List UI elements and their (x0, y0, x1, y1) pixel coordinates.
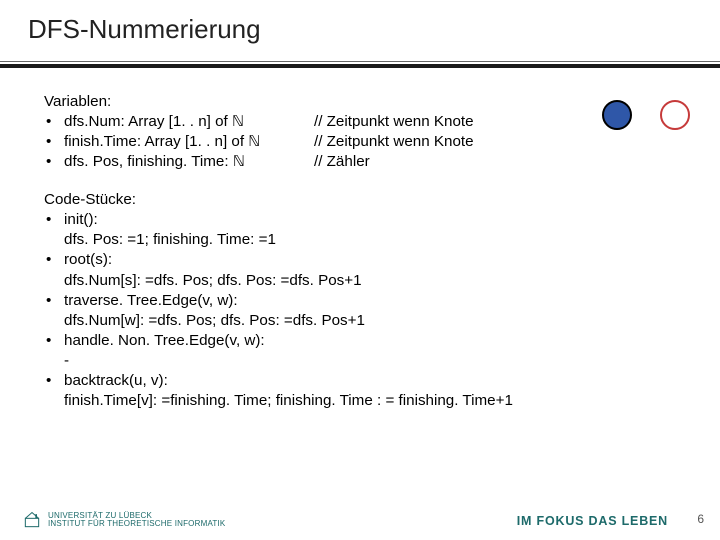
slide-title: DFS-Nummerierung (28, 14, 720, 45)
variable-item: dfs.Num: Array [1. . n] of ℕ // Zeitpunk… (44, 112, 690, 132)
code-item: init(): dfs. Pos: =1; finishing. Time: =… (44, 210, 690, 250)
slide-body: Variablen: dfs.Num: Array [1. . n] of ℕ … (0, 68, 720, 411)
code-item: backtrack(u, v): finish.Time[v]: =finish… (44, 371, 690, 411)
code-item: handle. Non. Tree.Edge(v, w): - (44, 331, 690, 371)
code-heading: Code-Stücke: (44, 190, 690, 210)
variables-heading: Variablen: (44, 92, 690, 112)
code-item: traverse. Tree.Edge(v, w): dfs.Num[w]: =… (44, 291, 690, 331)
slide-footer: UNIVERSITÄT ZU LÜBECK INSTITUT FÜR THEOR… (0, 502, 720, 532)
title-rule (0, 61, 720, 68)
logo-icon (22, 510, 42, 530)
code-item: root(s): dfs.Num[s]: =dfs. Pos; dfs. Pos… (44, 250, 690, 290)
variable-item: dfs. Pos, finishing. Time: ℕ // Zähler (44, 152, 690, 172)
footer-tagline: IM FOKUS DAS LEBEN (517, 514, 668, 528)
university-logo: UNIVERSITÄT ZU LÜBECK INSTITUT FÜR THEOR… (22, 510, 225, 530)
variable-item: finish.Time: Array [1. . n] of ℕ // Zeit… (44, 132, 690, 152)
page-number: 6 (697, 512, 704, 526)
